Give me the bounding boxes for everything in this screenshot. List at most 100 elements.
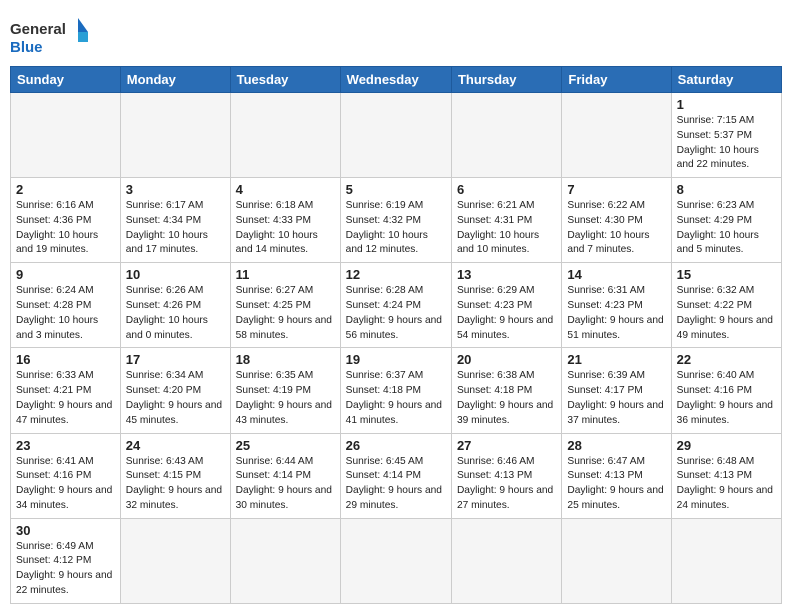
- day-info: Sunrise: 6:27 AMSunset: 4:25 PMDaylight:…: [236, 284, 335, 343]
- day-info: Sunrise: 6:45 AMSunset: 4:14 PMDaylight:…: [346, 455, 446, 514]
- calendar-cell: 9 Sunrise: 6:24 AMSunset: 4:28 PMDaylight…: [11, 263, 121, 348]
- day-number: 11: [236, 267, 335, 282]
- day-number: 29: [677, 438, 776, 453]
- calendar-cell: [451, 93, 561, 178]
- day-number: 10: [126, 267, 225, 282]
- calendar-cell: [120, 93, 230, 178]
- calendar-cell: 26 Sunrise: 6:45 AMSunset: 4:14 PMDayligh…: [340, 433, 451, 518]
- day-number: 9: [16, 267, 115, 282]
- calendar-cell: 17Sunrise: 6:34 AMSunset: 4:20 PMDayligh…: [120, 348, 230, 433]
- calendar-cell: 18 Sunrise: 6:35 AMSunset: 4:19 PMDayligh…: [230, 348, 340, 433]
- generalblue-logo: General Blue: [10, 16, 90, 60]
- col-header-wednesday: Wednesday: [340, 67, 451, 93]
- day-info: Sunrise: 6:33 AMSunset: 4:21 PMDaylight:…: [16, 369, 115, 428]
- day-number: 20: [457, 352, 556, 367]
- calendar-cell: [562, 93, 671, 178]
- calendar-cell: 8Sunrise: 6:23 AMSunset: 4:29 PMDaylight…: [671, 178, 781, 263]
- day-number: 22: [677, 352, 776, 367]
- calendar-cell: 30 Sunrise: 6:49 AMSunset: 4:12 PMDayligh…: [11, 518, 121, 603]
- day-info: Sunrise: 7:15 AMSunset: 5:37 PMDaylight:…: [677, 114, 776, 173]
- col-header-tuesday: Tuesday: [230, 67, 340, 93]
- day-number: 27: [457, 438, 556, 453]
- calendar-cell: 7 Sunrise: 6:22 AMSunset: 4:30 PMDaylight…: [562, 178, 671, 263]
- col-header-friday: Friday: [562, 67, 671, 93]
- calendar-cell: 12 Sunrise: 6:28 AMSunset: 4:24 PMDayligh…: [340, 263, 451, 348]
- svg-text:General: General: [10, 21, 66, 38]
- calendar-cell: 13 Sunrise: 6:29 AMSunset: 4:23 PMDayligh…: [451, 263, 561, 348]
- week-row-5: 23Sunrise: 6:41 AMSunset: 4:16 PMDayligh…: [11, 433, 782, 518]
- calendar-cell: [230, 93, 340, 178]
- col-header-thursday: Thursday: [451, 67, 561, 93]
- day-info: Sunrise: 6:34 AMSunset: 4:20 PMDaylight:…: [126, 369, 225, 428]
- week-row-1: 1 Sunrise: 7:15 AMSunset: 5:37 PMDaylight…: [11, 93, 782, 178]
- day-info: Sunrise: 6:40 AMSunset: 4:16 PMDaylight:…: [677, 369, 776, 428]
- calendar-cell: [230, 518, 340, 603]
- day-number: 25: [236, 438, 335, 453]
- calendar-cell: [11, 93, 121, 178]
- day-number: 28: [567, 438, 665, 453]
- calendar-cell: [671, 518, 781, 603]
- calendar-cell: [340, 518, 451, 603]
- day-info: Sunrise: 6:28 AMSunset: 4:24 PMDaylight:…: [346, 284, 446, 343]
- calendar-cell: 14Sunrise: 6:31 AMSunset: 4:23 PMDayligh…: [562, 263, 671, 348]
- calendar-cell: 25 Sunrise: 6:44 AMSunset: 4:14 PMDayligh…: [230, 433, 340, 518]
- calendar-cell: 6Sunrise: 6:21 AMSunset: 4:31 PMDaylight…: [451, 178, 561, 263]
- calendar-cell: 10Sunrise: 6:26 AMSunset: 4:26 PMDayligh…: [120, 263, 230, 348]
- calendar-cell: 11 Sunrise: 6:27 AMSunset: 4:25 PMDayligh…: [230, 263, 340, 348]
- calendar-header-row: SundayMondayTuesdayWednesdayThursdayFrid…: [11, 67, 782, 93]
- day-number: 19: [346, 352, 446, 367]
- day-info: Sunrise: 6:29 AMSunset: 4:23 PMDaylight:…: [457, 284, 556, 343]
- col-header-saturday: Saturday: [671, 67, 781, 93]
- week-row-2: 2Sunrise: 6:16 AMSunset: 4:36 PMDaylight…: [11, 178, 782, 263]
- day-number: 26: [346, 438, 446, 453]
- calendar-table: SundayMondayTuesdayWednesdayThursdayFrid…: [10, 66, 782, 604]
- calendar-cell: 19 Sunrise: 6:37 AMSunset: 4:18 PMDayligh…: [340, 348, 451, 433]
- day-info: Sunrise: 6:31 AMSunset: 4:23 PMDaylight:…: [567, 284, 665, 343]
- day-number: 24: [126, 438, 225, 453]
- day-number: 13: [457, 267, 556, 282]
- calendar-cell: 16 Sunrise: 6:33 AMSunset: 4:21 PMDayligh…: [11, 348, 121, 433]
- calendar-cell: [562, 518, 671, 603]
- calendar-cell: 24 Sunrise: 6:43 AMSunset: 4:15 PMDayligh…: [120, 433, 230, 518]
- day-info: Sunrise: 6:21 AMSunset: 4:31 PMDaylight:…: [457, 199, 556, 258]
- day-info: Sunrise: 6:19 AMSunset: 4:32 PMDaylight:…: [346, 199, 446, 258]
- day-number: 30: [16, 523, 115, 538]
- day-info: Sunrise: 6:43 AMSunset: 4:15 PMDaylight:…: [126, 455, 225, 514]
- day-number: 16: [16, 352, 115, 367]
- week-row-6: 30 Sunrise: 6:49 AMSunset: 4:12 PMDayligh…: [11, 518, 782, 603]
- day-info: Sunrise: 6:35 AMSunset: 4:19 PMDaylight:…: [236, 369, 335, 428]
- week-row-3: 9 Sunrise: 6:24 AMSunset: 4:28 PMDaylight…: [11, 263, 782, 348]
- calendar-cell: 1 Sunrise: 7:15 AMSunset: 5:37 PMDaylight…: [671, 93, 781, 178]
- calendar-cell: [120, 518, 230, 603]
- day-number: 5: [346, 182, 446, 197]
- day-info: Sunrise: 6:44 AMSunset: 4:14 PMDaylight:…: [236, 455, 335, 514]
- logo: General Blue: [10, 16, 90, 60]
- day-number: 18: [236, 352, 335, 367]
- day-number: 21: [567, 352, 665, 367]
- day-info: Sunrise: 6:39 AMSunset: 4:17 PMDaylight:…: [567, 369, 665, 428]
- calendar-cell: 27Sunrise: 6:46 AMSunset: 4:13 PMDayligh…: [451, 433, 561, 518]
- day-info: Sunrise: 6:38 AMSunset: 4:18 PMDaylight:…: [457, 369, 556, 428]
- col-header-sunday: Sunday: [11, 67, 121, 93]
- calendar-cell: [340, 93, 451, 178]
- page-header: General Blue: [10, 10, 782, 60]
- calendar-cell: 5 Sunrise: 6:19 AMSunset: 4:32 PMDaylight…: [340, 178, 451, 263]
- day-number: 3: [126, 182, 225, 197]
- col-header-monday: Monday: [120, 67, 230, 93]
- calendar-cell: 2Sunrise: 6:16 AMSunset: 4:36 PMDaylight…: [11, 178, 121, 263]
- day-number: 8: [677, 182, 776, 197]
- calendar-cell: 22 Sunrise: 6:40 AMSunset: 4:16 PMDayligh…: [671, 348, 781, 433]
- day-info: Sunrise: 6:49 AMSunset: 4:12 PMDaylight:…: [16, 540, 115, 599]
- day-number: 12: [346, 267, 446, 282]
- day-info: Sunrise: 6:18 AMSunset: 4:33 PMDaylight:…: [236, 199, 335, 258]
- day-info: Sunrise: 6:24 AMSunset: 4:28 PMDaylight:…: [16, 284, 115, 343]
- calendar-cell: 29Sunrise: 6:48 AMSunset: 4:13 PMDayligh…: [671, 433, 781, 518]
- day-number: 4: [236, 182, 335, 197]
- day-info: Sunrise: 6:17 AMSunset: 4:34 PMDaylight:…: [126, 199, 225, 258]
- day-number: 1: [677, 97, 776, 112]
- day-number: 2: [16, 182, 115, 197]
- day-info: Sunrise: 6:37 AMSunset: 4:18 PMDaylight:…: [346, 369, 446, 428]
- day-number: 7: [567, 182, 665, 197]
- day-info: Sunrise: 6:22 AMSunset: 4:30 PMDaylight:…: [567, 199, 665, 258]
- calendar-cell: 4 Sunrise: 6:18 AMSunset: 4:33 PMDaylight…: [230, 178, 340, 263]
